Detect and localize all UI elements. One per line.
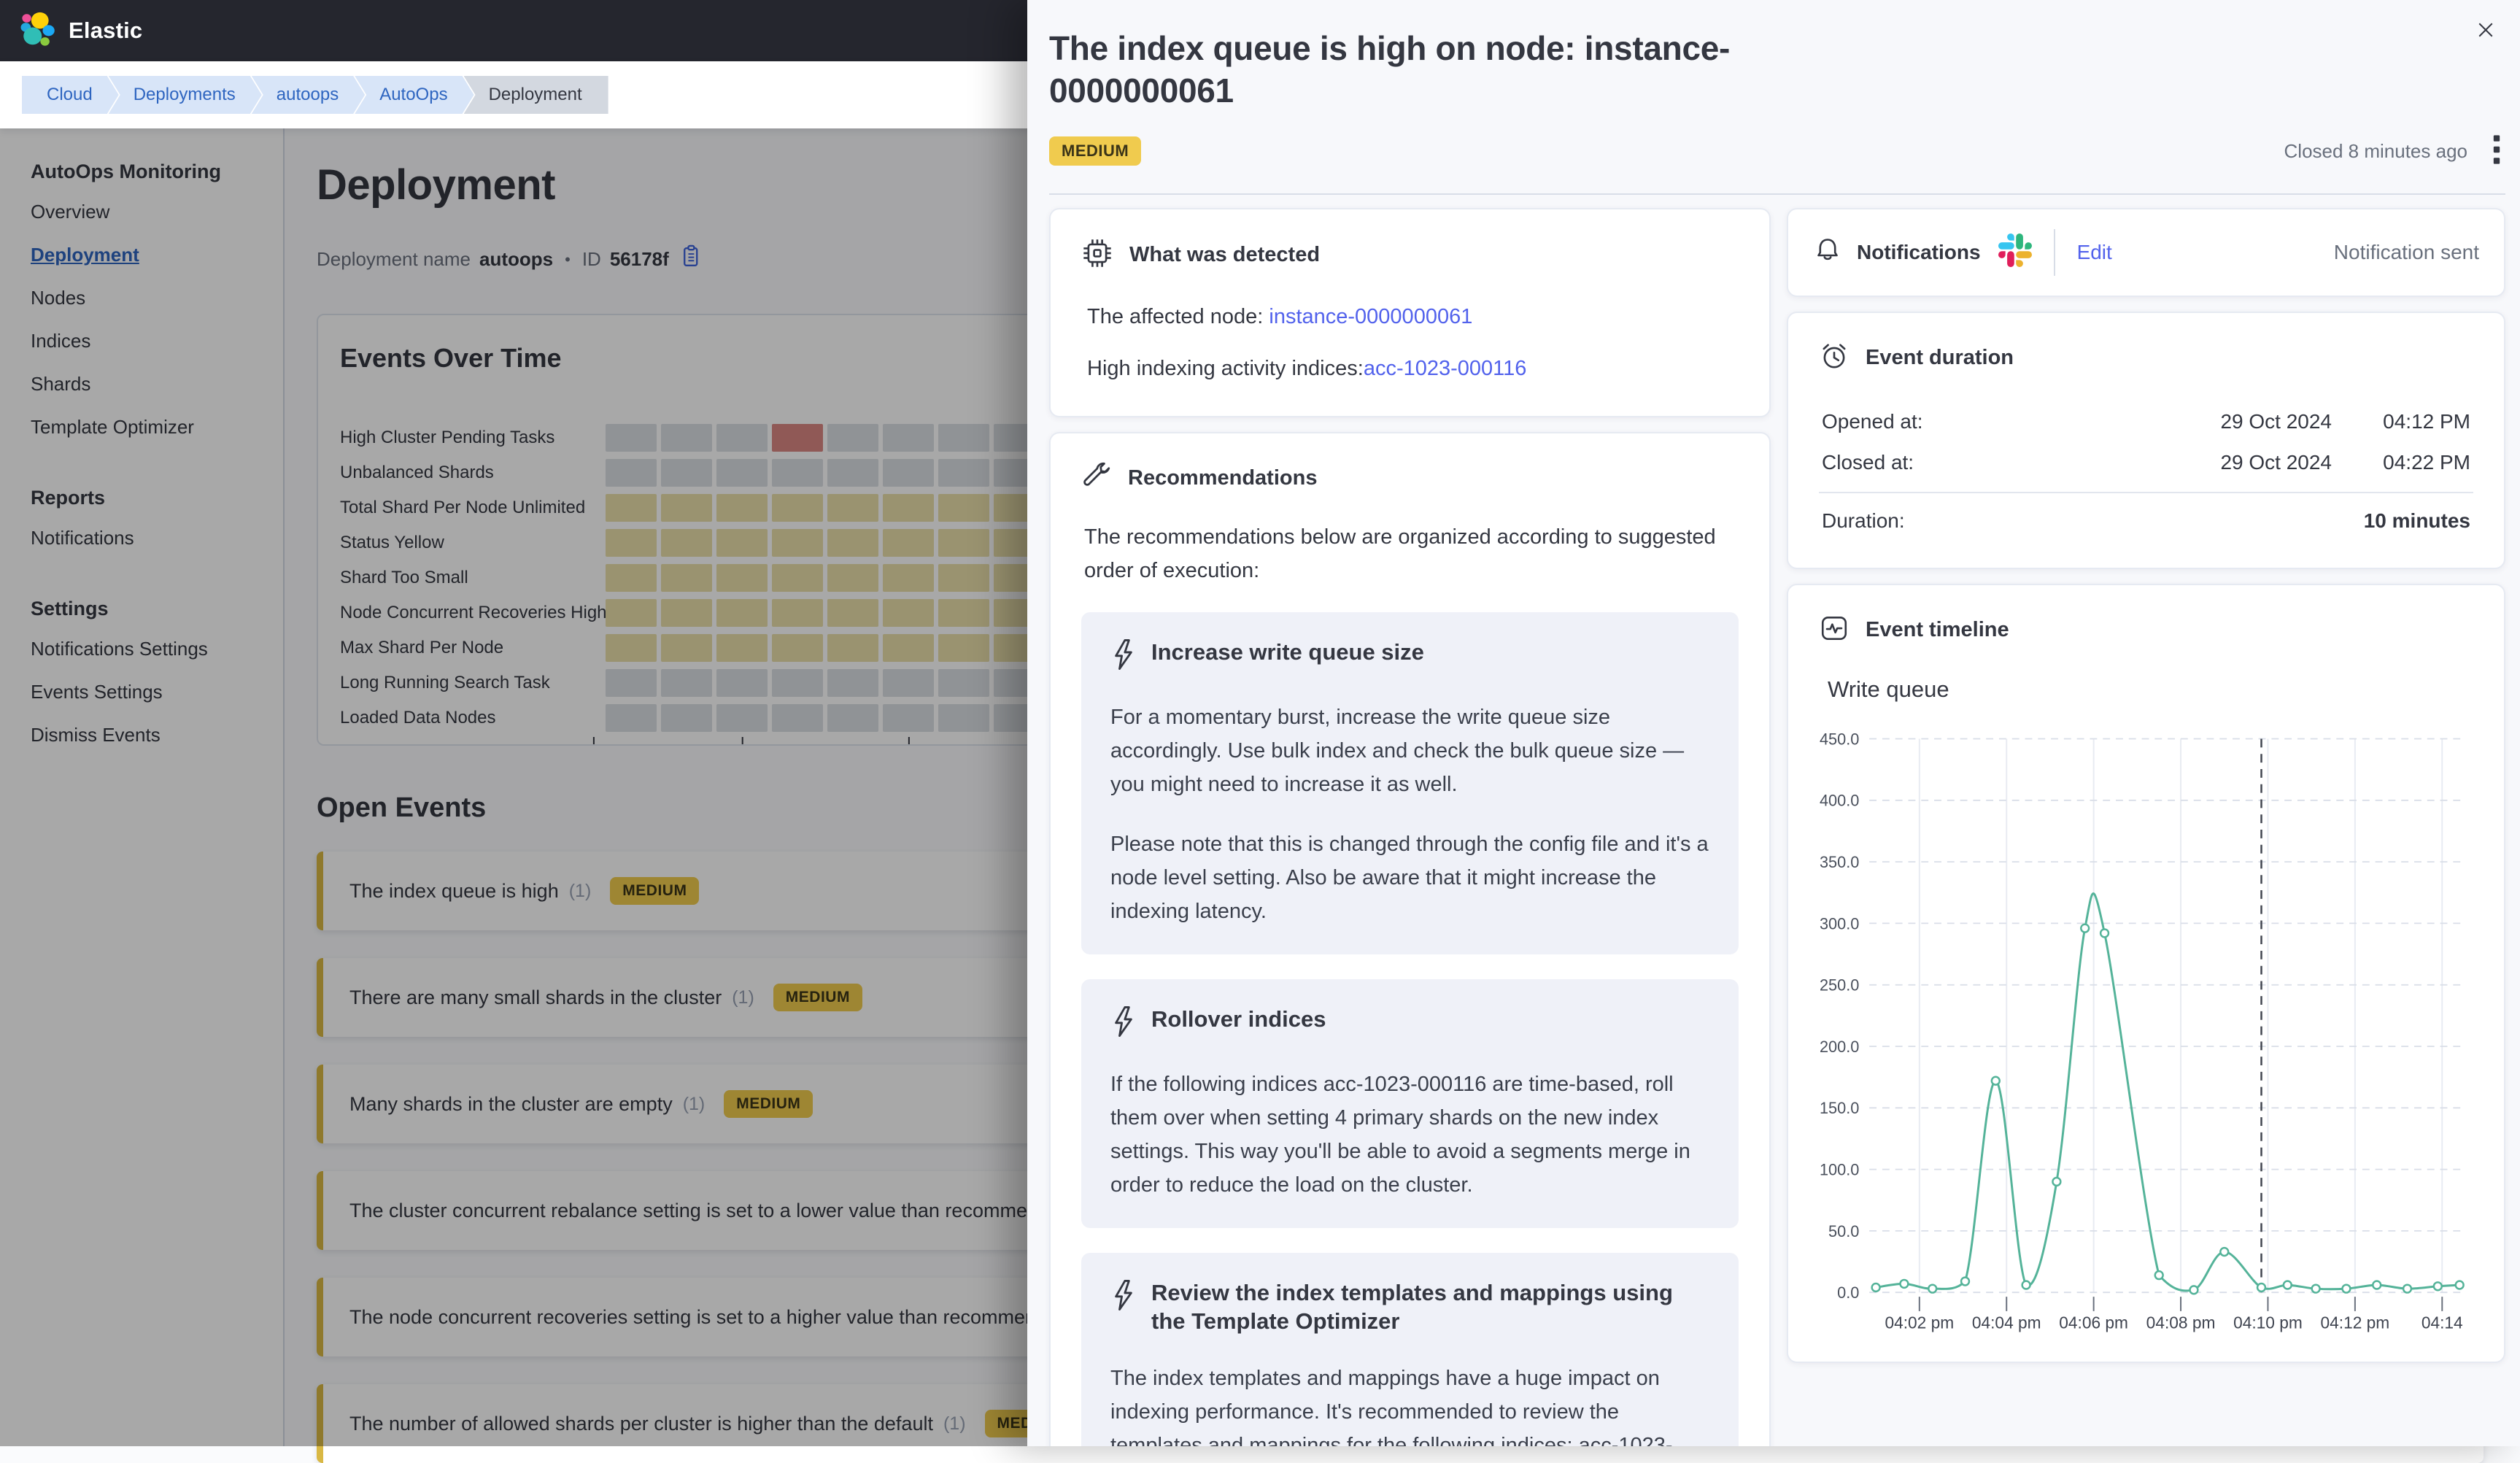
duration-row-label: Opened at: <box>1822 410 2120 433</box>
pulse-chart-icon <box>1819 613 1850 647</box>
recommendation-body: If the following indices acc-1023-000116… <box>1110 1068 1709 1202</box>
wrench-icon <box>1081 461 1112 495</box>
svg-text:450.0: 450.0 <box>1820 730 1859 748</box>
svg-text:300.0: 300.0 <box>1820 914 1859 933</box>
svg-text:350.0: 350.0 <box>1820 853 1859 871</box>
slack-icon <box>1998 233 2032 271</box>
event-duration-card: Event duration Opened at:29 Oct 202404:1… <box>1787 312 2505 569</box>
what-was-detected-heading: What was detected <box>1129 243 1320 267</box>
recommendation-body: For a momentary burst, increase the writ… <box>1110 700 1709 928</box>
bolt-icon <box>1110 638 1137 674</box>
svg-text:150.0: 150.0 <box>1820 1099 1859 1117</box>
flyout-divider <box>1049 193 2505 195</box>
notification-status: Notification sent <box>2334 241 2479 264</box>
closed-status-text: Closed 8 minutes ago <box>2284 140 2467 163</box>
flyout-title: The index queue is high on node: instanc… <box>1049 28 1852 112</box>
recommendation-title: Review the index templates and mappings … <box>1151 1279 1709 1336</box>
svg-text:50.0: 50.0 <box>1828 1222 1859 1240</box>
svg-text:200.0: 200.0 <box>1820 1038 1859 1056</box>
duration-divider <box>1819 492 2473 493</box>
duration-total-row: Duration: 10 minutes <box>1819 502 2473 540</box>
recommendation-paragraph: The index templates and mappings have a … <box>1110 1362 1709 1446</box>
indexing-activity-link[interactable]: acc-1023-000116 <box>1364 357 1527 380</box>
svg-text:100.0: 100.0 <box>1820 1160 1859 1178</box>
breadcrumb-item-autoops[interactable]: autoops <box>252 76 365 114</box>
duration-row-date: 29 Oct 2024 <box>2120 410 2332 433</box>
duration-row: Opened at:29 Oct 202404:12 PM <box>1819 401 2473 442</box>
svg-text:04:02 pm: 04:02 pm <box>1885 1313 1954 1332</box>
duration-row-time: 04:22 PM <box>2332 451 2470 474</box>
bell-icon <box>1813 236 1842 269</box>
recommendation-paragraph: For a momentary burst, increase the writ… <box>1110 700 1709 801</box>
notifications-card: Notifications Edit Notification <box>1787 208 2505 297</box>
event-timeline-heading: Event timeline <box>1866 618 2009 642</box>
breadcrumb-item-deployments[interactable]: Deployments <box>109 76 262 114</box>
app-title: Elastic <box>69 18 142 44</box>
chart-title: Write queue <box>1828 676 2473 703</box>
svg-text:0.0: 0.0 <box>1837 1283 1859 1302</box>
duration-value: 10 minutes <box>2364 509 2470 533</box>
recommendations-card: Recommendations The recommendations belo… <box>1049 432 1771 1446</box>
svg-text:04:14: 04:14 <box>2422 1313 2463 1332</box>
recommendations-intro: The recommendations below are organized … <box>1084 520 1726 587</box>
svg-text:04:10 pm: 04:10 pm <box>2233 1313 2303 1332</box>
breadcrumb-item-deployment: Deployment <box>464 76 608 114</box>
duration-row: Closed at:29 Oct 202404:22 PM <box>1819 442 2473 483</box>
what-was-detected-body: The affected node: instance-0000000061 H… <box>1087 305 1739 381</box>
recommendation-title: Rollover indices <box>1151 1005 1326 1034</box>
flyout-left-column: What was detected The affected node: ins… <box>1049 208 1771 1446</box>
duration-row-label: Closed at: <box>1822 451 2120 474</box>
duration-row-time: 04:12 PM <box>2332 410 2470 433</box>
recommendation-title: Increase write queue size <box>1151 638 1424 667</box>
edit-notifications-link[interactable]: Edit <box>2077 241 2112 264</box>
svg-text:04:04 pm: 04:04 pm <box>1972 1313 2041 1332</box>
bolt-icon <box>1110 1279 1137 1315</box>
affected-node-label: The affected node: <box>1087 305 1269 328</box>
duration-label: Duration: <box>1822 509 1905 533</box>
kebab-menu-icon[interactable] <box>2488 131 2505 171</box>
svg-text:250.0: 250.0 <box>1820 976 1859 995</box>
duration-row-date: 29 Oct 2024 <box>2120 451 2332 474</box>
flyout-right-column: Notifications Edit Notification <box>1787 208 2505 1446</box>
breadcrumb-item-cloud[interactable]: Cloud <box>22 76 119 114</box>
recommendations-heading: Recommendations <box>1128 466 1317 490</box>
svg-text:400.0: 400.0 <box>1820 792 1859 810</box>
svg-text:04:06 pm: 04:06 pm <box>2059 1313 2128 1332</box>
event-duration-heading: Event duration <box>1866 346 2014 370</box>
recommendation-card: Rollover indices If the following indices… <box>1081 979 1739 1228</box>
recommendation-paragraph: Please note that this is changed through… <box>1110 827 1709 928</box>
recommendation-card: Increase write queue size For a momentary… <box>1081 612 1739 954</box>
breadcrumb-item-autoops[interactable]: AutoOps <box>355 76 474 114</box>
close-icon[interactable] <box>2470 15 2501 49</box>
recommendation-paragraph: If the following indices acc-1023-000116… <box>1110 1068 1709 1202</box>
alarm-clock-icon <box>1819 341 1850 375</box>
notifications-heading: Notifications <box>1857 241 1981 264</box>
event-flyout: The index queue is high on node: instanc… <box>1027 0 2520 1446</box>
vertical-divider <box>2054 229 2055 276</box>
svg-text:04:08 pm: 04:08 pm <box>2146 1313 2216 1332</box>
svg-text:04:12 pm: 04:12 pm <box>2321 1313 2390 1332</box>
indexing-activity-label: High indexing activity indices: <box>1087 357 1364 380</box>
flyout-badge-row: MEDIUM Closed 8 minutes ago <box>1049 131 2505 171</box>
bolt-icon <box>1110 1005 1137 1041</box>
what-was-detected-card: What was detected The affected node: ins… <box>1049 208 1771 417</box>
event-timeline-card: Event timeline Write queue 0.0 50.0 100.0 1… <box>1787 584 2505 1363</box>
elastic-logo-icon <box>19 11 55 51</box>
cpu-chip-icon <box>1081 237 1113 273</box>
write-queue-chart: 0.0 50.0 100.0 150.0 200.0 250.0 300.0 350.0 400… <box>1819 710 2473 1344</box>
recommendation-body: The index templates and mappings have a … <box>1110 1362 1709 1446</box>
severity-badge: MEDIUM <box>1049 136 1141 166</box>
affected-node-link[interactable]: instance-0000000061 <box>1269 305 1472 328</box>
recommendation-card: Review the index templates and mappings … <box>1081 1253 1739 1446</box>
